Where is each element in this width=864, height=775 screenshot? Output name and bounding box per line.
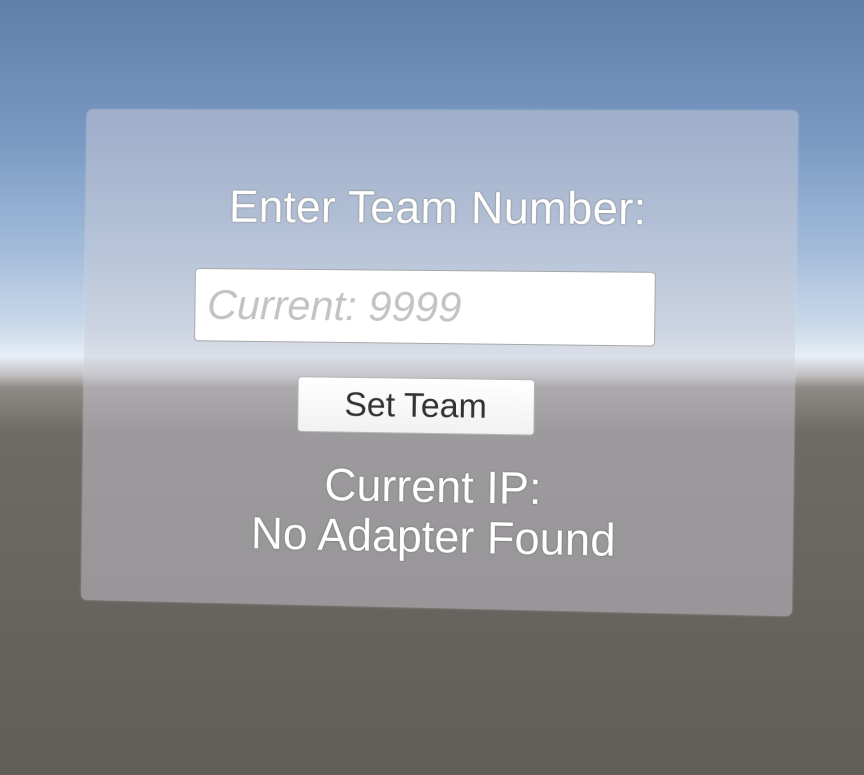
team-number-input[interactable]: [194, 267, 656, 347]
set-team-button[interactable]: Set Team: [297, 376, 536, 436]
team-settings-panel: Enter Team Number: Set Team Current IP: …: [81, 109, 799, 617]
ip-status: Current IP: No Adapter Found: [82, 456, 794, 569]
panel-title: Enter Team Number:: [228, 181, 647, 235]
